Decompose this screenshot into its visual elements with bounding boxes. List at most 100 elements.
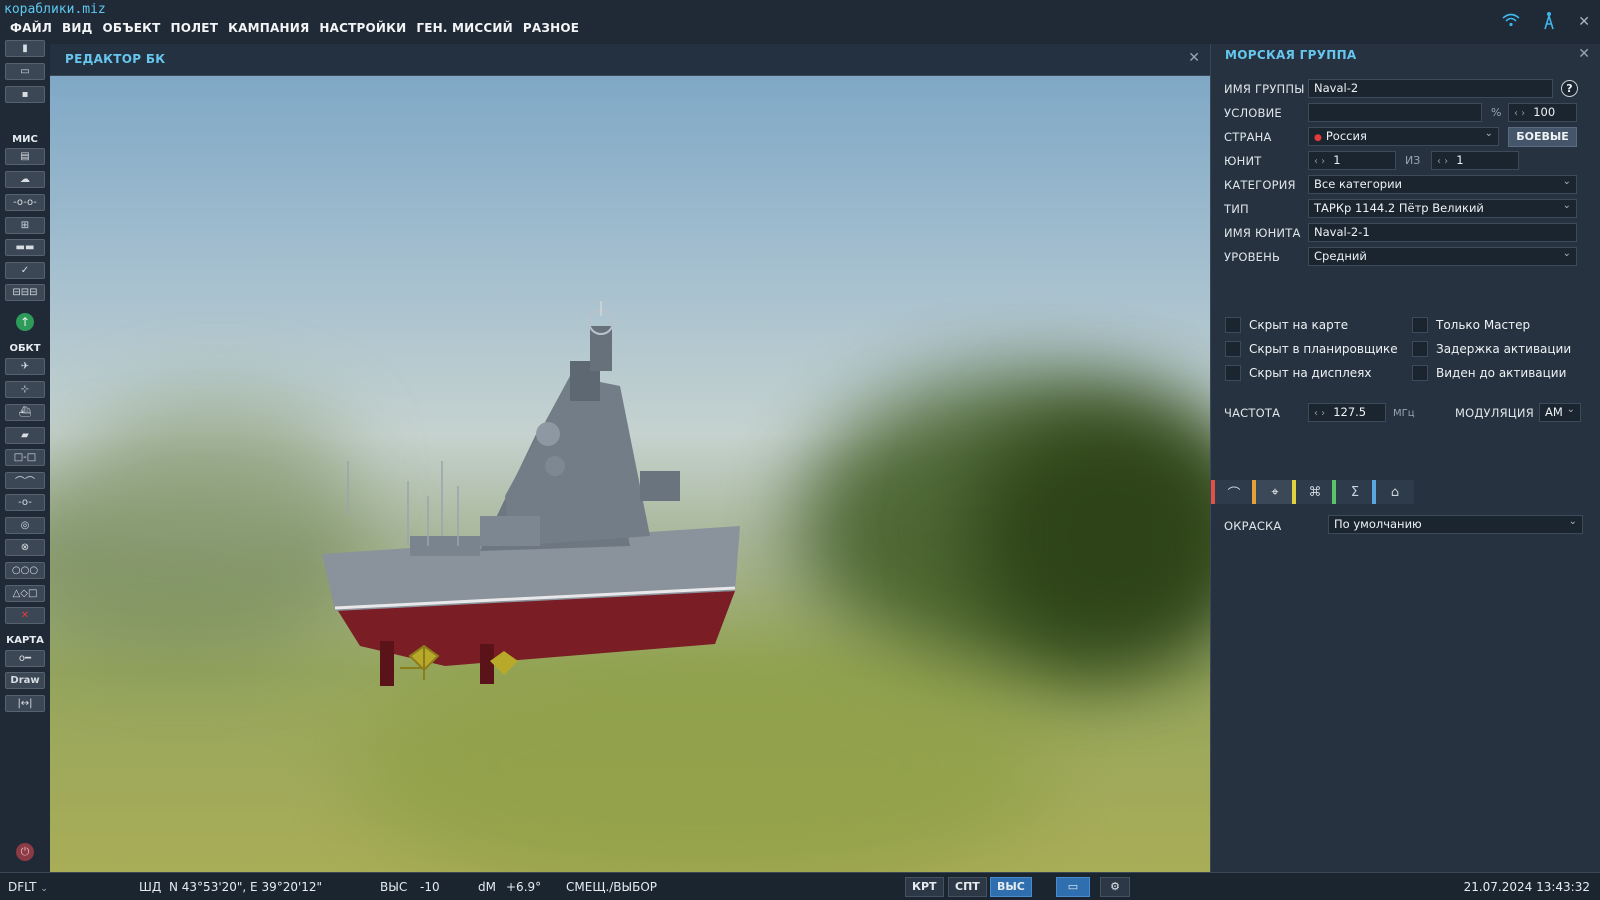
ship-icon[interactable]: ⛴ <box>5 404 45 421</box>
paint-value: По умолчанию <box>1334 517 1422 531</box>
tab-route[interactable]: ⌒ <box>1215 480 1253 504</box>
exit-icon[interactable]: ⏻ <box>16 843 34 861</box>
triggers-icon[interactable]: ⊟⊟⊟ <box>5 284 45 301</box>
profile-select[interactable]: DFLT ⌄ <box>8 880 48 894</box>
airplane-icon[interactable]: ✈ <box>5 358 45 375</box>
group-name-field[interactable]: Naval-2 <box>1308 79 1553 98</box>
new-mission-button[interactable]: ▮ <box>5 40 45 57</box>
go-up-icon[interactable]: ↑ <box>16 313 34 331</box>
altitude-mode-button[interactable]: ВЫС <box>990 877 1032 897</box>
model-viewport[interactable] <box>50 76 1210 872</box>
level-select[interactable]: Средний ⌄ <box>1308 247 1577 266</box>
wifi-icon[interactable] <box>1502 13 1520 30</box>
tab-hangar[interactable]: ⌂ <box>1376 480 1414 504</box>
help-icon[interactable]: ? <box>1561 80 1578 97</box>
menu-misc[interactable]: РАЗНОЕ <box>523 21 579 35</box>
frequency-label: ЧАСТОТА <box>1224 406 1281 420</box>
cross-circle-icon[interactable]: ⊗ <box>5 539 45 556</box>
unit-stepper[interactable]: ‹ › 1 <box>1308 151 1396 170</box>
modulation-value: AM <box>1545 405 1563 419</box>
condition-field[interactable] <box>1308 103 1482 122</box>
tab-unit[interactable]: ⌖ <box>1256 480 1294 504</box>
master-only-checkbox[interactable] <box>1412 317 1428 333</box>
unit-name-label: ИМЯ ЮНИТА <box>1224 226 1301 240</box>
unit-view-icon[interactable]: ▭ <box>1056 877 1090 897</box>
chevron-down-icon: ⌄ <box>1484 128 1493 139</box>
satellite-mode-button[interactable]: СПТ <box>948 877 987 897</box>
hidden-in-planner-checkbox[interactable] <box>1225 341 1241 357</box>
menu-settings[interactable]: НАСТРОЙКИ <box>319 21 406 35</box>
open-folder-button[interactable]: ▭ <box>5 63 45 80</box>
group-name-label: ИМЯ ГРУППЫ <box>1224 82 1305 96</box>
templates-icon[interactable]: ○○○ <box>5 562 45 579</box>
naval-group-panel: МОРСКАЯ ГРУППА ✕ ИМЯ ГРУППЫ Naval-2 ? УС… <box>1210 44 1600 872</box>
menu-mission-gen[interactable]: ГЕН. МИССИЙ <box>416 21 513 35</box>
menu-file[interactable]: ФАЙЛ <box>10 21 52 35</box>
ammo-editor-header: РЕДАКТОР БК ✕ <box>50 44 1210 76</box>
check-icon[interactable]: ✓ <box>5 262 45 279</box>
hidden-on-displays-checkbox[interactable] <box>1225 365 1241 381</box>
master-only-label: Только Мастер <box>1436 318 1531 332</box>
condition-percent-unit: % <box>1491 106 1502 119</box>
map-key-icon[interactable]: o━ <box>5 650 45 667</box>
save-button[interactable]: ▪ <box>5 86 45 103</box>
waypoint-icon[interactable]: -o- <box>5 494 45 511</box>
combat-button[interactable]: БОЕВЫЕ <box>1508 127 1577 147</box>
chevron-down-icon: ⌄ <box>1562 200 1571 211</box>
paint-select[interactable]: По умолчанию ⌄ <box>1328 515 1583 534</box>
tank-icon[interactable]: ▰ <box>5 427 45 444</box>
coords-value: N 43°53'20", E 39°20'12" <box>169 880 323 894</box>
map-mode-button[interactable]: КРТ <box>905 877 944 897</box>
route-icon: ⌒ <box>1227 486 1241 502</box>
altitude-label: ВЫС <box>380 880 408 894</box>
dm-label: dM <box>478 880 496 894</box>
chevron-down-icon: ⌄ <box>1568 516 1577 527</box>
late-activation-checkbox[interactable] <box>1412 341 1428 357</box>
time-settings-icon[interactable]: ⚙ <box>1100 877 1130 897</box>
ammo-editor-close-icon[interactable]: ✕ <box>1188 50 1200 66</box>
briefing-icon[interactable]: ▤ <box>5 148 45 165</box>
chevron-down-icon: ⌄ <box>1562 248 1571 259</box>
panel-title: МОРСКАЯ ГРУППА <box>1225 48 1357 62</box>
visible-before-activation-checkbox[interactable] <box>1412 365 1428 381</box>
panel-close-icon[interactable]: ✕ <box>1578 46 1590 62</box>
type-select[interactable]: ТАРКр 1144.2 Пётр Великий ⌄ <box>1308 199 1577 218</box>
frequency-stepper[interactable]: ‹ › 127.5 <box>1308 403 1386 422</box>
app-close-icon[interactable]: ✕ <box>1578 14 1590 30</box>
hidden-in-planner-label: Скрыт в планировщике <box>1249 342 1398 356</box>
tab-links[interactable]: ⌘ <box>1296 480 1334 504</box>
modulation-label: МОДУЛЯЦИЯ <box>1455 406 1534 420</box>
antenna-icon[interactable] <box>1542 10 1556 33</box>
shapes-icon[interactable]: △◇□ <box>5 585 45 602</box>
helicopter-icon[interactable]: ⊹ <box>5 381 45 398</box>
unit-name-field[interactable]: Naval-2-1 <box>1308 223 1577 242</box>
type-label: ТИП <box>1224 202 1249 216</box>
unit-of-value: 1 <box>1456 153 1464 167</box>
menu-flight[interactable]: ПОЛЕТ <box>171 21 219 35</box>
menu-object[interactable]: ОБЪЕКТ <box>102 21 160 35</box>
static-object-icon[interactable]: □-□ <box>5 449 45 466</box>
condition-percent-value: 100 <box>1533 105 1556 119</box>
weather-icon[interactable]: ☁ <box>5 171 45 188</box>
country-select[interactable]: ● Россия ⌄ <box>1308 127 1499 146</box>
bridge-icon[interactable]: ⌒⌒ <box>5 472 45 489</box>
unit-value: 1 <box>1333 153 1341 167</box>
draw-button[interactable]: Draw <box>5 672 45 689</box>
menu-campaign[interactable]: КАМПАНИЯ <box>228 21 309 35</box>
category-select[interactable]: Все категории ⌄ <box>1308 175 1577 194</box>
unit-of-stepper[interactable]: ‹ › 1 <box>1431 151 1519 170</box>
level-value: Средний <box>1314 249 1367 263</box>
ruler-icon[interactable]: |↔| <box>5 695 45 712</box>
target-icon[interactable]: ◎ <box>5 517 45 534</box>
condition-percent-stepper[interactable]: ‹ › 100 <box>1508 103 1577 122</box>
visible-before-activation-label: Виден до активации <box>1436 366 1567 380</box>
flags-icon[interactable]: ▬▬ <box>5 239 45 256</box>
trigger-zone-icon[interactable]: ⊞ <box>5 217 45 234</box>
route-icon[interactable]: -o-o- <box>5 194 45 211</box>
delete-icon[interactable]: ✕ <box>5 607 45 624</box>
hidden-on-map-checkbox[interactable] <box>1225 317 1241 333</box>
modulation-select[interactable]: AM ⌄ <box>1539 403 1581 422</box>
menu-view[interactable]: ВИД <box>62 21 92 35</box>
ammo-editor-window: РЕДАКТОР БК ✕ <box>50 44 1210 872</box>
tab-summary[interactable]: Σ <box>1336 480 1374 504</box>
